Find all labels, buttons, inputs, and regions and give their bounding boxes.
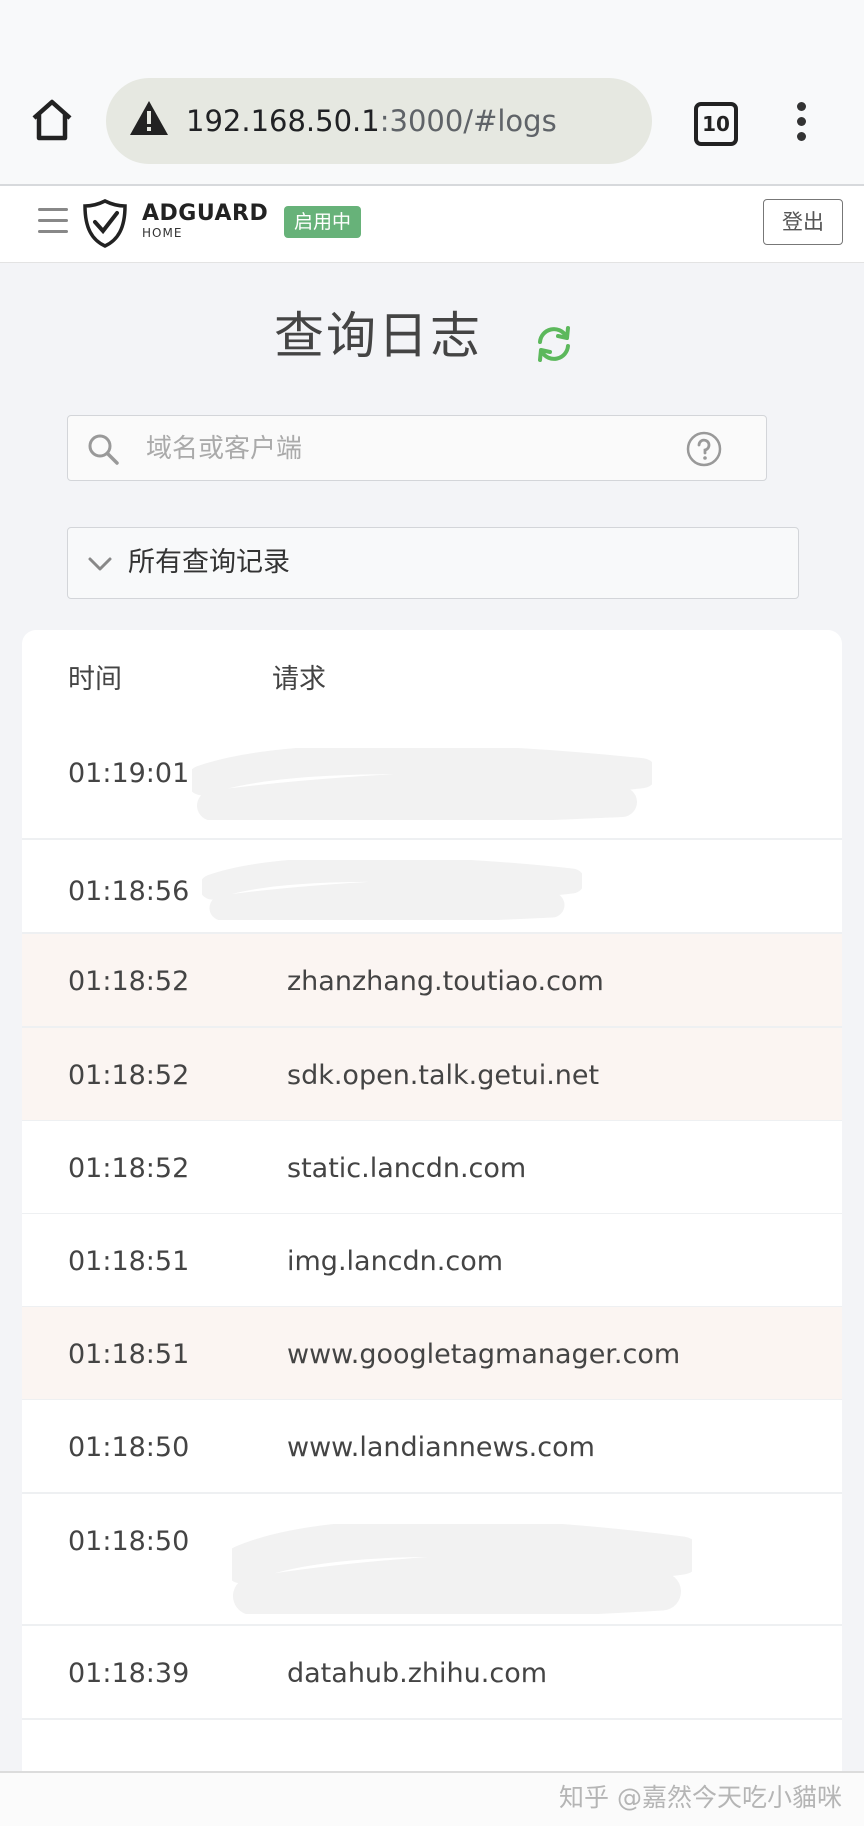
chevron-down-icon	[86, 550, 114, 578]
help-icon[interactable]	[686, 431, 722, 467]
row-domain[interactable]: sdk.open.talk.getui.net	[287, 1058, 599, 1094]
url-host: 192.168.50.1	[186, 104, 380, 138]
row-domain[interactable]: img.lancdn.com	[287, 1244, 503, 1280]
adguard-shield-logo-icon	[82, 198, 128, 248]
logo-title: ADGUARD	[142, 201, 269, 226]
redaction-scribble	[232, 1524, 692, 1614]
table-row[interactable]: 01:18:52 zhanzhang.toutiao.com	[22, 934, 842, 1028]
row-time: 01:18:52	[68, 1060, 190, 1091]
query-log-table: 时间 请求 01:19:01 01:18:56 01:18:52 zhanzhang.…	[22, 630, 842, 1824]
row-time: 01:19:01	[68, 758, 190, 789]
tab-switcher-button[interactable]: 10	[694, 102, 738, 146]
column-header-request: 请求	[272, 664, 326, 695]
address-bar[interactable]: 192.168.50.1:3000/#logs	[106, 78, 652, 164]
column-header-time: 时间	[68, 664, 122, 695]
row-time: 01:18:51	[68, 1246, 190, 1277]
logout-button[interactable]: 登出	[763, 199, 843, 245]
app-header: ADGUARD HOME 启用中 登出	[0, 186, 864, 263]
row-domain[interactable]: www.googletagmanager.com	[287, 1337, 680, 1373]
url-path: :3000/#logs	[379, 104, 557, 138]
row-time: 01:18:56	[68, 876, 190, 907]
row-domain[interactable]: zhanzhang.toutiao.com	[287, 964, 604, 1000]
page-title: 查询日志	[274, 307, 482, 365]
row-time: 01:18:52	[68, 1153, 190, 1184]
table-row[interactable]: 01:19:01	[22, 728, 842, 840]
table-row[interactable]: 01:18:52 static.lancdn.com	[22, 1121, 842, 1215]
bottom-bar: 知乎 @嘉然今天吃小貓咪	[0, 1771, 864, 1826]
search-input[interactable]	[144, 416, 688, 482]
warning-icon[interactable]	[128, 98, 170, 138]
row-domain[interactable]: datahub.zhihu.com	[287, 1656, 547, 1692]
hamburger-menu-icon[interactable]	[38, 208, 68, 234]
table-row[interactable]: 01:18:50	[22, 1494, 842, 1626]
browser-toolbar: 192.168.50.1:3000/#logs 10	[0, 0, 864, 186]
row-domain[interactable]: static.lancdn.com	[287, 1151, 526, 1187]
redaction-scribble	[202, 860, 582, 920]
table-row[interactable]: 01:18:52 sdk.open.talk.getui.net	[22, 1028, 842, 1122]
url-text[interactable]: 192.168.50.1:3000/#logs	[186, 102, 557, 140]
refresh-icon[interactable]	[532, 322, 576, 366]
table-header: 时间 请求	[22, 630, 842, 728]
row-time: 01:18:52	[68, 966, 190, 997]
row-time: 01:18:50	[68, 1432, 190, 1463]
redaction-scribble	[192, 748, 652, 820]
filter-selected-value: 所有查询记录	[128, 547, 290, 578]
more-options-icon[interactable]	[786, 100, 816, 144]
search-icon	[86, 432, 120, 466]
home-icon[interactable]	[28, 96, 76, 144]
row-domain[interactable]: www.landiannews.com	[287, 1430, 595, 1466]
search-box	[67, 415, 767, 482]
table-row[interactable]: 01:18:56	[22, 840, 842, 934]
watermark-text: 知乎 @嘉然今天吃小貓咪	[559, 1783, 842, 1812]
table-row[interactable]: 01:18:39 datahub.zhihu.com	[22, 1626, 842, 1720]
row-time: 01:18:39	[68, 1658, 190, 1689]
table-row[interactable]: 01:18:50 www.landiannews.com	[22, 1400, 842, 1494]
table-row[interactable]: 01:18:51 www.googletagmanager.com	[22, 1307, 842, 1401]
query-filter-select[interactable]: 所有查询记录	[67, 527, 799, 599]
row-time: 01:18:51	[68, 1339, 190, 1370]
row-time: 01:18:50	[68, 1526, 190, 1557]
table-row[interactable]: 01:18:51 img.lancdn.com	[22, 1214, 842, 1308]
status-badge: 启用中	[284, 206, 362, 238]
logo-subtitle: HOME	[142, 226, 183, 240]
logo-text: ADGUARD HOME	[142, 201, 269, 241]
